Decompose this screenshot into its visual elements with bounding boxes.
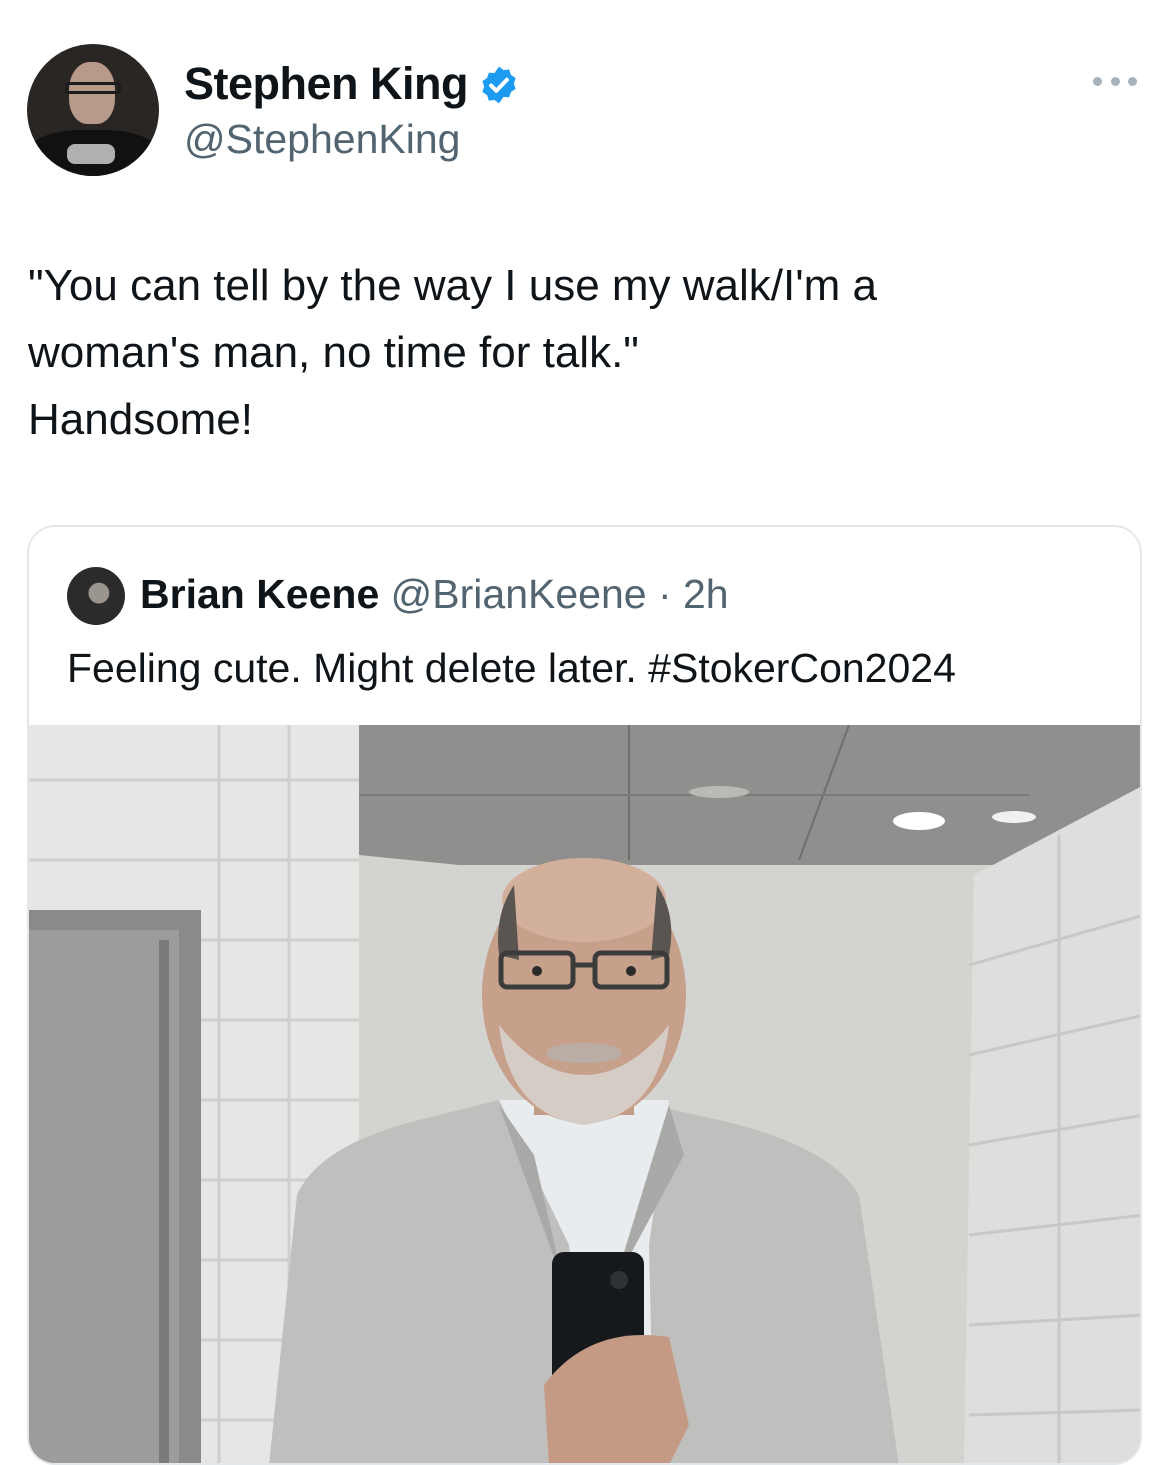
quote-author-handle[interactable]: @BrianKeene <box>391 571 647 617</box>
quote-header: Brian Keene @BrianKeene · 2h <box>140 571 729 618</box>
quote-timestamp[interactable]: 2h <box>683 571 729 617</box>
quote-author-avatar[interactable] <box>67 567 125 625</box>
quote-photo[interactable] <box>29 725 1142 1465</box>
more-options-icon[interactable] <box>1093 77 1137 87</box>
quoted-tweet-card[interactable]: Brian Keene @BrianKeene · 2h Feeling cut… <box>27 525 1142 1465</box>
author-handle[interactable]: @StephenKing <box>184 116 460 163</box>
author-avatar[interactable] <box>27 44 159 176</box>
tweet-text: "You can tell by the way I use my walk/I… <box>28 252 1138 453</box>
tweet-line: "You can tell by the way I use my walk/I… <box>28 261 877 310</box>
verified-badge-icon <box>482 66 516 104</box>
tweet-line: Handsome! <box>28 395 254 444</box>
quote-text: Feeling cute. Might delete later. #Stoke… <box>67 645 956 691</box>
tweet-line: woman's man, no time for talk." <box>28 328 639 377</box>
author-name[interactable]: Stephen King <box>184 58 469 110</box>
quote-author-name[interactable]: Brian Keene <box>140 571 379 617</box>
quote-separator: · <box>646 571 683 617</box>
